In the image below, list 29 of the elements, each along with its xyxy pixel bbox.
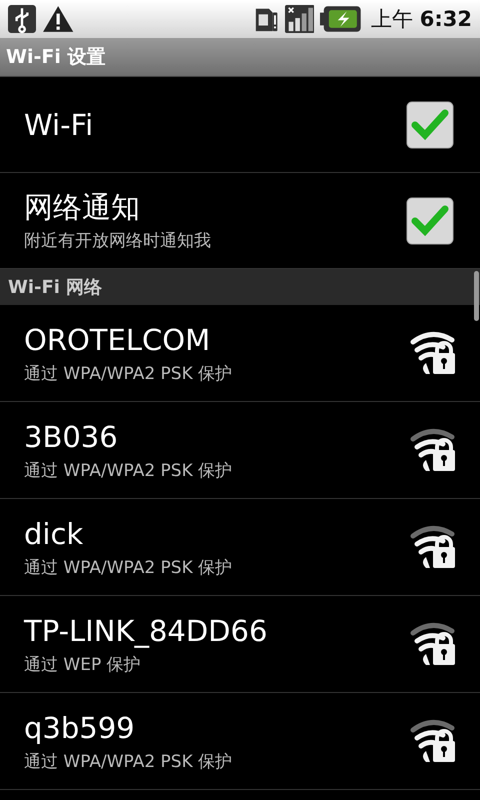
network-security: 通过 WPA/WPA2 PSK 保护 bbox=[24, 460, 232, 482]
battery-charging-icon bbox=[320, 5, 362, 33]
scrollbar bbox=[474, 271, 479, 321]
network-name: OROTELCOM bbox=[24, 322, 212, 358]
network-name: dick bbox=[24, 516, 84, 552]
setting-label: Wi-Fi bbox=[24, 106, 94, 142]
checkbox[interactable] bbox=[406, 100, 454, 148]
signal-icon bbox=[284, 5, 314, 33]
network-security: 通过 WPA/WPA2 PSK 保护 bbox=[24, 362, 232, 384]
window-title: Wi-Fi 设置 bbox=[6, 45, 106, 70]
network-security: 通过 WPA/WPA2 PSK 保护 bbox=[24, 750, 232, 772]
network-name: q3b599 bbox=[24, 710, 136, 746]
network-row[interactable]: TP-LINK_84DD66 通过 WEP 保护 bbox=[0, 596, 480, 693]
network-security: 通过 WEP 保护 bbox=[24, 654, 142, 676]
usb-icon bbox=[8, 5, 36, 33]
network-name: 3B036 bbox=[24, 418, 119, 454]
network-row[interactable]: dick 通过 WPA/WPA2 PSK 保护 bbox=[0, 499, 480, 596]
network-security: 通过 WPA/WPA2 PSK 保护 bbox=[24, 556, 232, 578]
setting-label: 网络通知 bbox=[24, 189, 141, 225]
section-title: Wi-Fi 网络 bbox=[8, 276, 102, 299]
warning-icon bbox=[42, 5, 74, 33]
clock: 上午 6:32 bbox=[371, 6, 472, 33]
network-row[interactable]: 3B036 通过 WPA/WPA2 PSK 保护 bbox=[0, 402, 480, 499]
network-name: TP-LINK_84DD66 bbox=[24, 612, 268, 648]
setting-summary: 附近有开放网络时通知我 bbox=[24, 230, 211, 252]
setting-row[interactable]: Wi-Fi bbox=[0, 77, 480, 173]
checkbox[interactable] bbox=[406, 196, 454, 244]
network-row[interactable]: q3b599 通过 WPA/WPA2 PSK 保护 bbox=[0, 693, 480, 790]
network-row[interactable]: OROTELCOM 通过 WPA/WPA2 PSK 保护 bbox=[0, 305, 480, 402]
